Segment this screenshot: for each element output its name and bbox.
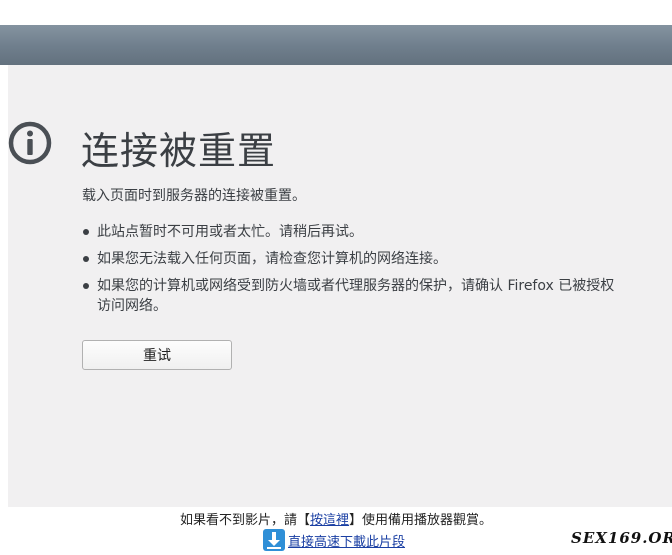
info-icon	[8, 121, 52, 165]
player-notice-suffix: 】使用備用播放器觀賞。	[349, 513, 493, 528]
download-arrow-icon	[267, 532, 281, 549]
download-link[interactable]: 直接高速下載此片段	[288, 531, 405, 550]
suggestion-item: 如果您无法载入任何页面，请检查您计算机的网络连接。	[82, 249, 622, 269]
suggestion-item: 此站点暂时不可用或者太忙。请稍后再试。	[82, 222, 622, 242]
alternate-player-link[interactable]: 按這裡	[310, 513, 349, 528]
browser-toolbar	[0, 25, 672, 65]
download-row[interactable]: 直接高速下載此片段	[263, 528, 405, 552]
site-watermark: SEX169.ORG	[568, 529, 672, 547]
suggestion-list: 此站点暂时不可用或者太忙。请稍后再试。 如果您无法载入任何页面，请检查您计算机的…	[82, 222, 622, 323]
player-notice: 如果看不到影片，請【按這裡】使用備用播放器觀賞。	[0, 509, 672, 528]
suggestion-item: 如果您的计算机或网络受到防火墙或者代理服务器的保护，请确认 Firefox 已被…	[82, 276, 622, 316]
player-notice-prefix: 如果看不到影片，請【	[179, 513, 310, 528]
retry-button[interactable]: 重试	[82, 340, 232, 370]
error-description: 载入页面时到服务器的连接被重置。	[82, 188, 306, 204]
error-title: 连接被重置	[81, 129, 277, 173]
download-icon[interactable]	[263, 529, 285, 551]
top-blank-strip	[0, 0, 672, 25]
